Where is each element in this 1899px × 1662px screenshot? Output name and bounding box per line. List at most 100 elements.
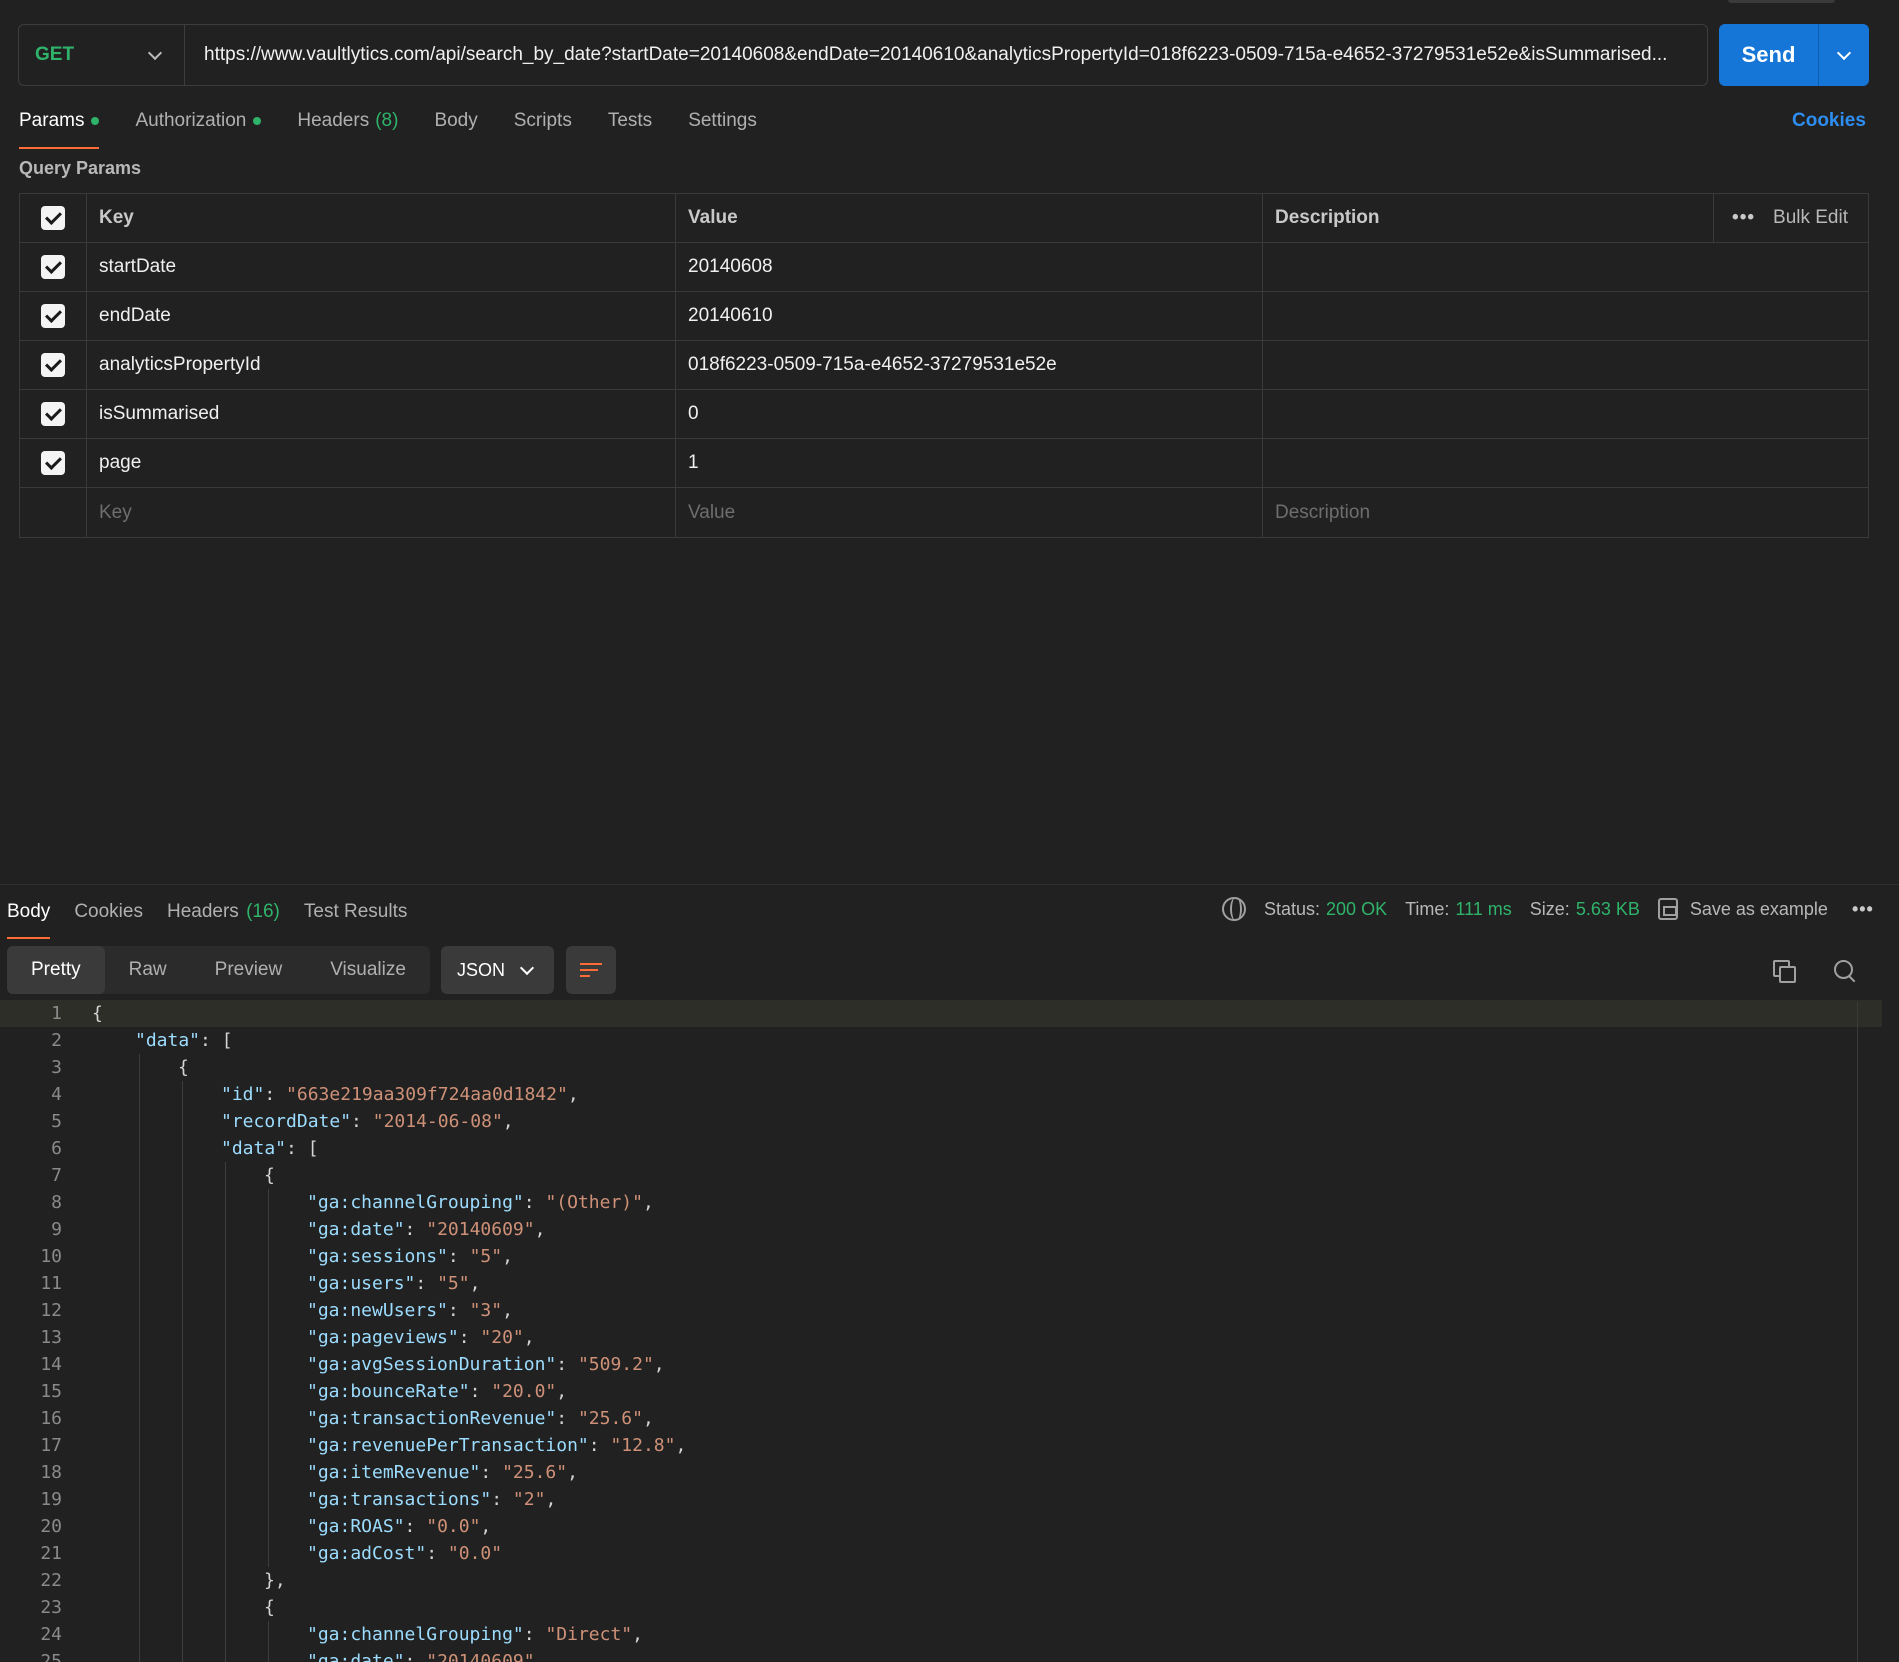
save-as-example-button[interactable]: Save as example <box>1690 899 1828 920</box>
time-value[interactable]: 111 ms <box>1455 899 1511 920</box>
bulk-edit-button[interactable]: Bulk Edit <box>1773 207 1848 229</box>
cookies-link[interactable]: Cookies <box>1792 110 1866 132</box>
copy-icon[interactable] <box>1773 960 1796 983</box>
param-value[interactable]: 018f6223-0509-715a-e4652-37279531e52e <box>676 341 1263 389</box>
response-tab-headers[interactable]: Headers (16) <box>167 901 280 923</box>
param-value[interactable]: 20140608 <box>676 243 1263 291</box>
param-description[interactable] <box>1263 243 1868 291</box>
row-checkbox[interactable] <box>41 402 65 426</box>
indent-guide <box>139 1513 140 1540</box>
code-line: 8 "ga:channelGrouping": "(Other)", <box>0 1189 1882 1216</box>
line-number: 13 <box>40 1327 62 1348</box>
send-button[interactable]: Send <box>1719 24 1819 86</box>
scrollbar-track[interactable] <box>1857 1002 1858 1662</box>
row-checkbox[interactable] <box>41 255 65 279</box>
param-value[interactable]: 1 <box>676 439 1263 487</box>
code-line: 14 "ga:avgSessionDuration": "509.2", <box>0 1351 1882 1378</box>
new-value-input[interactable]: Value <box>676 488 1263 537</box>
url-input[interactable]: https://www.vaultlytics.com/api/search_b… <box>185 25 1707 85</box>
code-line: 24 "ga:channelGrouping": "Direct", <box>0 1621 1882 1648</box>
select-all-checkbox[interactable] <box>41 206 65 230</box>
tab-headers[interactable]: Headers (8) <box>297 105 398 137</box>
param-value[interactable]: 0 <box>676 390 1263 438</box>
param-key[interactable]: startDate <box>87 243 676 291</box>
tab-settings[interactable]: Settings <box>688 105 757 137</box>
response-tab-body[interactable]: Body <box>7 901 51 939</box>
tab-params[interactable]: Params <box>19 105 100 149</box>
network-globe-icon[interactable] <box>1222 897 1246 921</box>
indent-guide <box>182 1216 183 1243</box>
pane-divider[interactable] <box>0 884 1899 885</box>
row-checkbox[interactable] <box>41 304 65 328</box>
code-text: }, <box>264 1570 286 1591</box>
search-icon[interactable] <box>1834 960 1856 982</box>
indent-guide <box>225 1378 226 1405</box>
response-body-code[interactable]: 1{2 "data": [3{4 "id": "663e219aa309f724aa… <box>0 1000 1882 1662</box>
wrap-lines-icon <box>580 962 602 978</box>
code-text: "ga:revenuePerTransaction": "12.8", <box>307 1435 687 1456</box>
view-pretty[interactable]: Pretty <box>7 946 105 994</box>
indent-guide <box>139 1378 140 1405</box>
new-description-input[interactable]: Description <box>1263 488 1868 537</box>
column-header-key: Key <box>87 194 676 242</box>
code-text: "data": [ <box>135 1030 233 1051</box>
status-value[interactable]: 200 OK <box>1326 899 1387 920</box>
indent-guide <box>225 1270 226 1297</box>
method-select[interactable]: GET <box>19 25 185 85</box>
new-key-input[interactable]: Key <box>87 488 676 537</box>
code-text: "ga:pageviews": "20", <box>307 1327 535 1348</box>
response-view-toggle: Pretty Raw Preview Visualize <box>7 946 430 994</box>
column-header-description: Description <box>1275 207 1380 228</box>
size-value[interactable]: 5.63 KB <box>1576 899 1640 920</box>
param-description[interactable] <box>1263 439 1868 487</box>
param-description[interactable] <box>1263 292 1868 340</box>
tab-tests[interactable]: Tests <box>608 105 652 137</box>
request-tabs: Params Authorization Headers (8) Body Scr… <box>19 105 793 149</box>
tab-label: Settings <box>688 110 757 131</box>
wrap-lines-button[interactable] <box>566 946 616 994</box>
param-key[interactable]: page <box>87 439 676 487</box>
param-key[interactable]: analyticsPropertyId <box>87 341 676 389</box>
line-number: 17 <box>40 1435 62 1456</box>
send-dropdown-button[interactable] <box>1819 24 1869 86</box>
view-visualize[interactable]: Visualize <box>306 946 430 994</box>
response-tab-test-results[interactable]: Test Results <box>304 901 407 923</box>
indent-guide <box>268 1459 269 1486</box>
code-line: 11 "ga:users": "5", <box>0 1270 1882 1297</box>
indent-guide <box>225 1648 226 1662</box>
format-select[interactable]: JSON <box>441 946 554 994</box>
code-text: "ga:channelGrouping": "(Other)", <box>307 1192 654 1213</box>
indent-guide <box>182 1324 183 1351</box>
tab-authorization[interactable]: Authorization <box>135 105 262 137</box>
indent-guide <box>139 1486 140 1513</box>
param-key[interactable]: endDate <box>87 292 676 340</box>
param-value[interactable]: 20140610 <box>676 292 1263 340</box>
indent-guide <box>139 1270 140 1297</box>
active-dot-icon <box>253 117 262 125</box>
param-description[interactable] <box>1263 390 1868 438</box>
indent-guide <box>268 1621 269 1648</box>
more-options-icon[interactable]: ••• <box>1852 899 1874 920</box>
row-checkbox[interactable] <box>41 353 65 377</box>
indent-guide <box>139 1189 140 1216</box>
response-tab-cookies[interactable]: Cookies <box>74 901 143 923</box>
indent-guide <box>268 1324 269 1351</box>
code-line: 16 "ga:transactionRevenue": "25.6", <box>0 1405 1882 1432</box>
response-tabs: Body Cookies Headers (16) Test Results <box>7 896 431 939</box>
line-number: 2 <box>51 1030 62 1051</box>
code-line: 17 "ga:revenuePerTransaction": "12.8", <box>0 1432 1882 1459</box>
view-raw[interactable]: Raw <box>105 946 191 994</box>
view-preview[interactable]: Preview <box>191 946 307 994</box>
more-options-icon[interactable]: ••• <box>1732 207 1755 229</box>
line-number: 19 <box>40 1489 62 1510</box>
tab-label: Authorization <box>135 110 247 131</box>
row-checkbox[interactable] <box>41 451 65 475</box>
tab-body[interactable]: Body <box>434 105 477 137</box>
indent-guide <box>182 1243 183 1270</box>
tab-scripts[interactable]: Scripts <box>514 105 572 137</box>
param-description[interactable] <box>1263 341 1868 389</box>
param-key[interactable]: isSummarised <box>87 390 676 438</box>
column-header-value: Value <box>676 194 1263 242</box>
indent-guide <box>182 1648 183 1662</box>
indent-guide <box>139 1054 140 1081</box>
